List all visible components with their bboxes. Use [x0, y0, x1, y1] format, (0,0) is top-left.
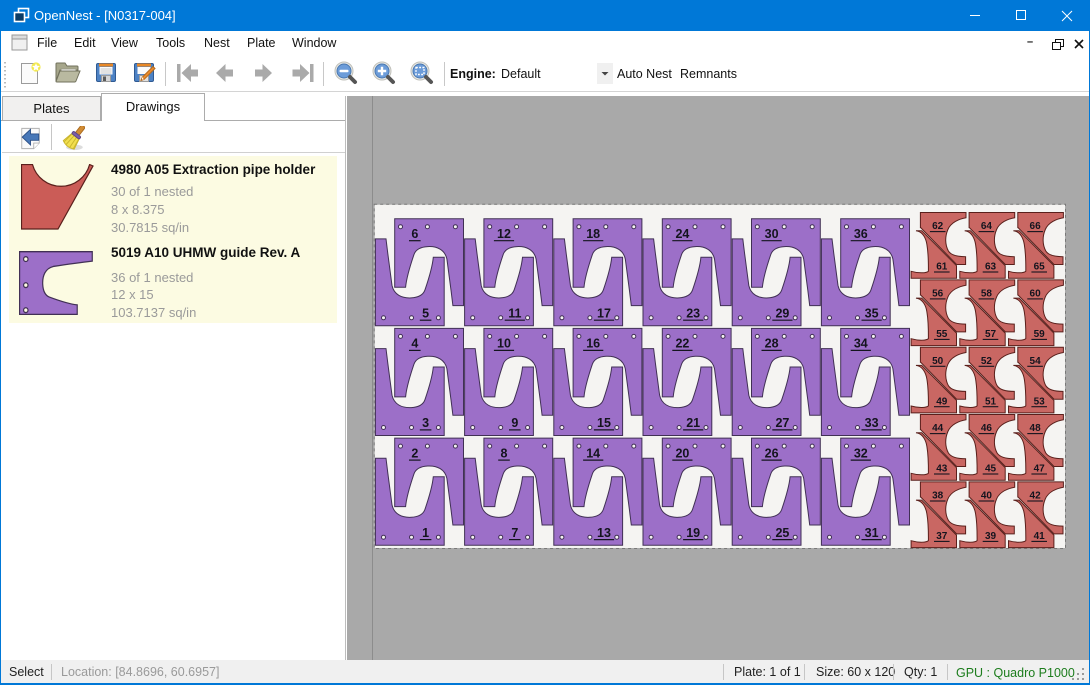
svg-text:37: 37 — [936, 531, 948, 542]
svg-text:22: 22 — [675, 337, 689, 351]
svg-text:60: 60 — [1030, 289, 1042, 300]
svg-text:3: 3 — [422, 416, 429, 430]
svg-text:53: 53 — [1034, 396, 1046, 407]
svg-text:4: 4 — [411, 337, 418, 351]
svg-text:66: 66 — [1030, 221, 1042, 232]
svg-text:33: 33 — [865, 416, 879, 430]
svg-text:1: 1 — [422, 526, 429, 540]
svg-text:63: 63 — [985, 262, 997, 273]
svg-text:54: 54 — [1030, 356, 1042, 367]
svg-text:27: 27 — [775, 416, 789, 430]
svg-text:20: 20 — [675, 446, 689, 460]
svg-text:58: 58 — [981, 289, 993, 300]
svg-text:36: 36 — [854, 227, 868, 241]
svg-text:25: 25 — [775, 526, 789, 540]
svg-text:7: 7 — [511, 526, 518, 540]
svg-text:61: 61 — [936, 262, 948, 273]
svg-text:32: 32 — [854, 446, 868, 460]
svg-text:24: 24 — [675, 227, 689, 241]
svg-text:59: 59 — [1034, 329, 1046, 340]
svg-text:30: 30 — [765, 227, 779, 241]
svg-text:55: 55 — [936, 329, 948, 340]
svg-text:8: 8 — [501, 446, 508, 460]
svg-text:45: 45 — [985, 464, 997, 475]
svg-text:34: 34 — [854, 337, 868, 351]
svg-text:5: 5 — [422, 307, 429, 321]
svg-text:10: 10 — [497, 337, 511, 351]
svg-text:15: 15 — [597, 416, 611, 430]
svg-text:47: 47 — [1034, 464, 1046, 475]
svg-text:38: 38 — [932, 491, 944, 502]
svg-text:29: 29 — [775, 307, 789, 321]
svg-text:2: 2 — [411, 446, 418, 460]
svg-text:21: 21 — [686, 416, 700, 430]
svg-text:43: 43 — [936, 464, 948, 475]
svg-text:13: 13 — [597, 526, 611, 540]
svg-text:56: 56 — [932, 289, 944, 300]
svg-text:12: 12 — [497, 227, 511, 241]
svg-text:51: 51 — [985, 396, 997, 407]
svg-text:23: 23 — [686, 307, 700, 321]
svg-text:6: 6 — [411, 227, 418, 241]
svg-text:9: 9 — [511, 416, 518, 430]
svg-text:26: 26 — [765, 446, 779, 460]
svg-text:44: 44 — [932, 423, 944, 434]
svg-text:18: 18 — [586, 227, 600, 241]
svg-text:50: 50 — [932, 356, 944, 367]
svg-text:40: 40 — [981, 491, 993, 502]
svg-text:39: 39 — [985, 531, 997, 542]
svg-text:31: 31 — [865, 526, 879, 540]
svg-text:62: 62 — [932, 221, 944, 232]
svg-text:28: 28 — [765, 337, 779, 351]
svg-text:52: 52 — [981, 356, 993, 367]
svg-text:16: 16 — [586, 337, 600, 351]
svg-text:42: 42 — [1030, 491, 1042, 502]
svg-text:48: 48 — [1030, 423, 1042, 434]
svg-text:49: 49 — [936, 396, 948, 407]
svg-text:11: 11 — [508, 307, 521, 321]
svg-text:35: 35 — [865, 307, 879, 321]
svg-text:64: 64 — [981, 221, 993, 232]
svg-text:57: 57 — [985, 329, 997, 340]
svg-text:19: 19 — [686, 526, 700, 540]
svg-text:17: 17 — [597, 307, 611, 321]
svg-text:46: 46 — [981, 423, 993, 434]
svg-text:14: 14 — [586, 446, 600, 460]
svg-text:65: 65 — [1034, 262, 1046, 273]
svg-text:41: 41 — [1034, 531, 1046, 542]
